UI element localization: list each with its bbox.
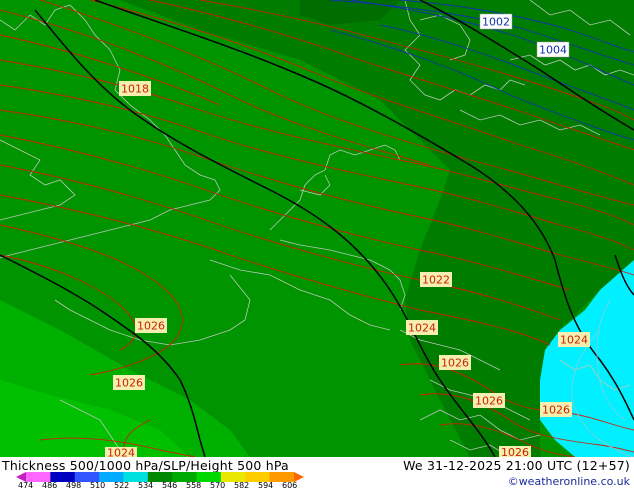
pressure-label: 1004 <box>536 41 570 58</box>
pressure-label: 1026 <box>135 318 167 333</box>
svg-text:1026: 1026 <box>542 404 570 417</box>
colorbar-tick-label: 606 <box>282 481 298 490</box>
valid-datetime: We 31-12-2025 21:00 UTC (12+57) <box>403 458 630 473</box>
colorbar-tick-label: 594 <box>258 481 274 490</box>
colorbar-tick-label: 522 <box>114 481 130 490</box>
svg-text:1026: 1026 <box>501 446 529 457</box>
svg-text:1026: 1026 <box>475 395 503 408</box>
colorbar-tick-label: 570 <box>210 481 226 490</box>
svg-text:1024: 1024 <box>408 322 436 335</box>
pressure-label: 1002 <box>479 13 513 30</box>
svg-text:1024: 1024 <box>107 447 135 458</box>
svg-text:1018: 1018 <box>121 83 149 96</box>
colorbar-tick-label: 582 <box>234 481 250 490</box>
svg-text:1026: 1026 <box>441 357 469 370</box>
colorbar-tick-label: 534 <box>138 481 154 490</box>
pressure-label: 1026 <box>113 375 145 390</box>
pressure-label: 1026 <box>540 402 572 417</box>
svg-text:1002: 1002 <box>482 16 510 29</box>
colorbar-tick-label: 510 <box>90 481 106 490</box>
map-title: Thickness 500/1000 hPa/SLP/Height 500 hP… <box>2 458 289 473</box>
weather-map: 1002 1004 1018 1022 1024 1024 1026 1026 … <box>0 0 634 457</box>
pressure-label: 1024 <box>406 320 438 335</box>
colorbar-tick-label: 546 <box>162 481 178 490</box>
pressure-label: 1024 <box>105 447 137 458</box>
credit-link[interactable]: ©weatheronline.co.uk <box>508 475 630 488</box>
pressure-label: 1024 <box>558 332 590 347</box>
svg-text:1026: 1026 <box>137 320 165 333</box>
pressure-label: 1026 <box>499 446 531 457</box>
map-canvas: 1002 1004 1018 1022 1024 1024 1026 1026 … <box>0 0 634 457</box>
colorbar-tick-label: 486 <box>42 481 58 490</box>
svg-text:1004: 1004 <box>539 44 567 57</box>
pressure-label: 1026 <box>473 393 505 408</box>
pressure-label: 1022 <box>420 272 452 287</box>
colorbar-tick-label: 474 <box>18 481 34 490</box>
colorbar-tick-label: 558 <box>186 481 202 490</box>
svg-text:1022: 1022 <box>422 274 450 287</box>
svg-text:1024: 1024 <box>560 334 588 347</box>
svg-text:1026: 1026 <box>115 377 143 390</box>
pressure-label: 1026 <box>439 355 471 370</box>
pressure-label: 1018 <box>119 81 151 96</box>
colorbar-tick-label: 498 <box>66 481 82 490</box>
